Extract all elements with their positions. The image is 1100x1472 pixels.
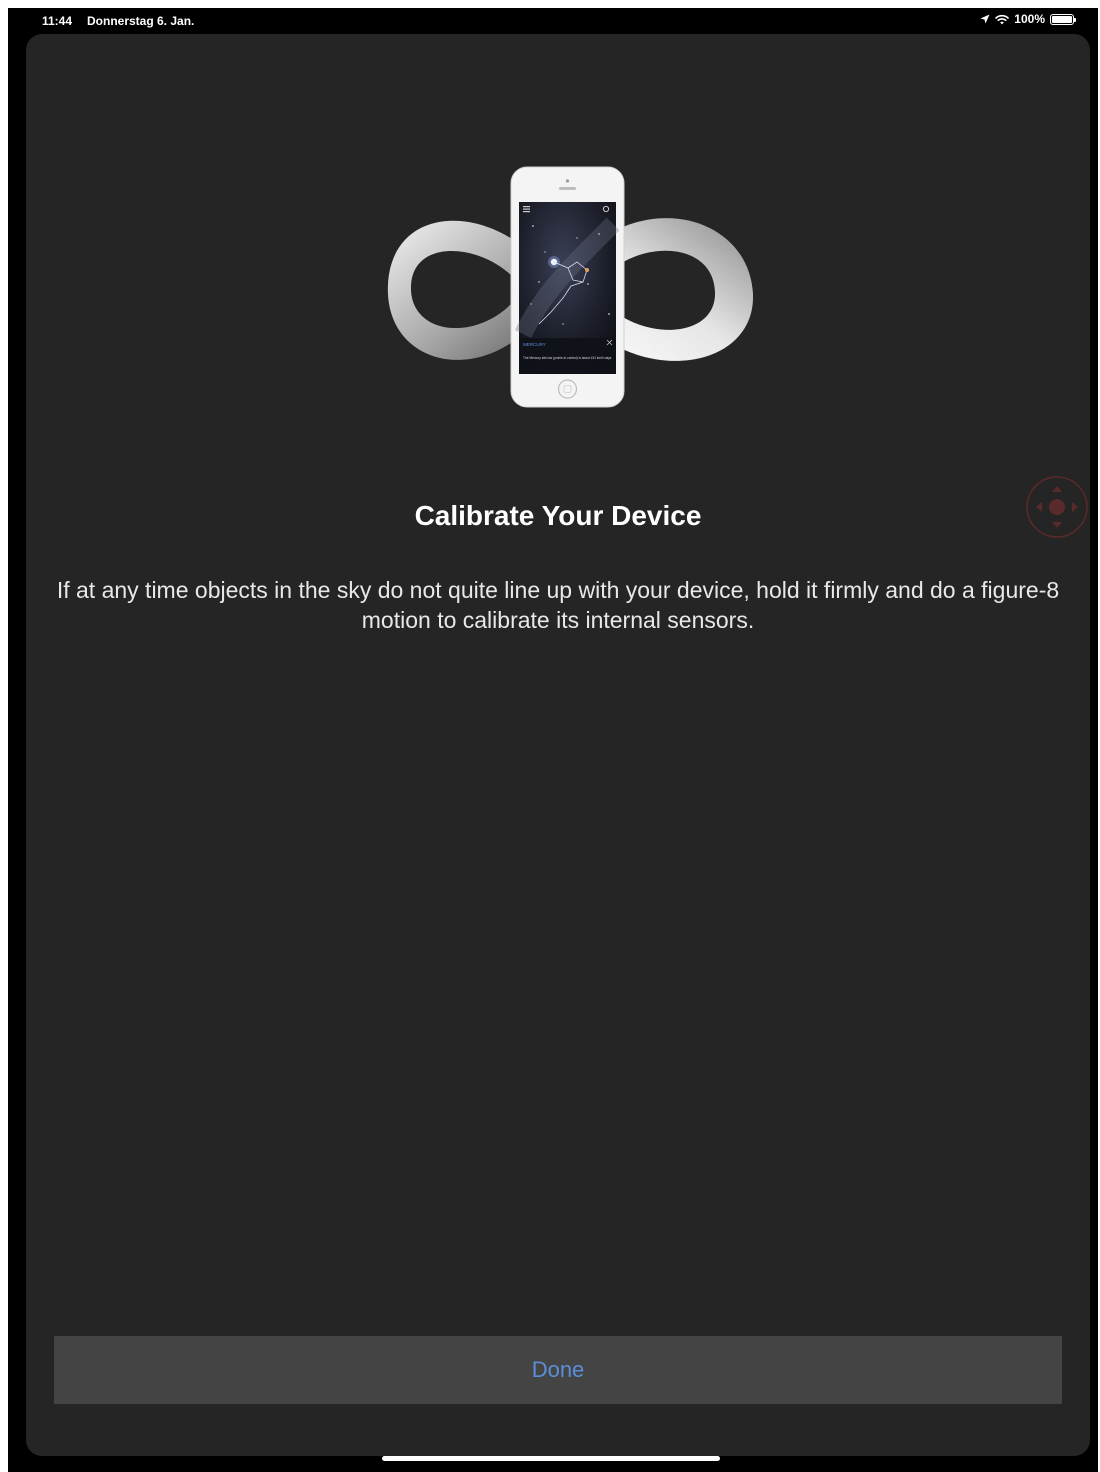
done-button[interactable]: Done bbox=[54, 1336, 1062, 1404]
location-arrow-icon bbox=[980, 14, 990, 24]
status-indicators: 100% bbox=[980, 12, 1076, 26]
status-bar: 11:44 Donnerstag 6. Jan. 100% bbox=[8, 8, 1098, 34]
calibration-instructions: If at any time objects in the sky do not… bbox=[56, 577, 1060, 633]
battery-percentage: 100% bbox=[1014, 12, 1045, 26]
wifi-icon bbox=[995, 14, 1010, 24]
phone-card-text: The Mercury sits low (points to control)… bbox=[523, 356, 612, 360]
figure-eight-phone-illustration: MERCURY The Mercury sits low (points to … bbox=[387, 166, 753, 408]
home-indicator[interactable] bbox=[382, 1456, 720, 1461]
phone-card-title: MERCURY bbox=[523, 342, 546, 347]
battery-icon bbox=[1050, 13, 1076, 25]
calibration-sheet: MERCURY The Mercury sits low (points to … bbox=[26, 34, 1090, 1456]
device-screen: 11:44 Donnerstag 6. Jan. 100% MERCURY Th… bbox=[8, 8, 1098, 1472]
status-date: Donnerstag 6. Jan. bbox=[87, 14, 195, 28]
page-title: Calibrate Your Device bbox=[414, 500, 702, 531]
assistive-touch-icon[interactable] bbox=[1024, 474, 1090, 540]
status-time: 11:44 bbox=[42, 14, 73, 28]
